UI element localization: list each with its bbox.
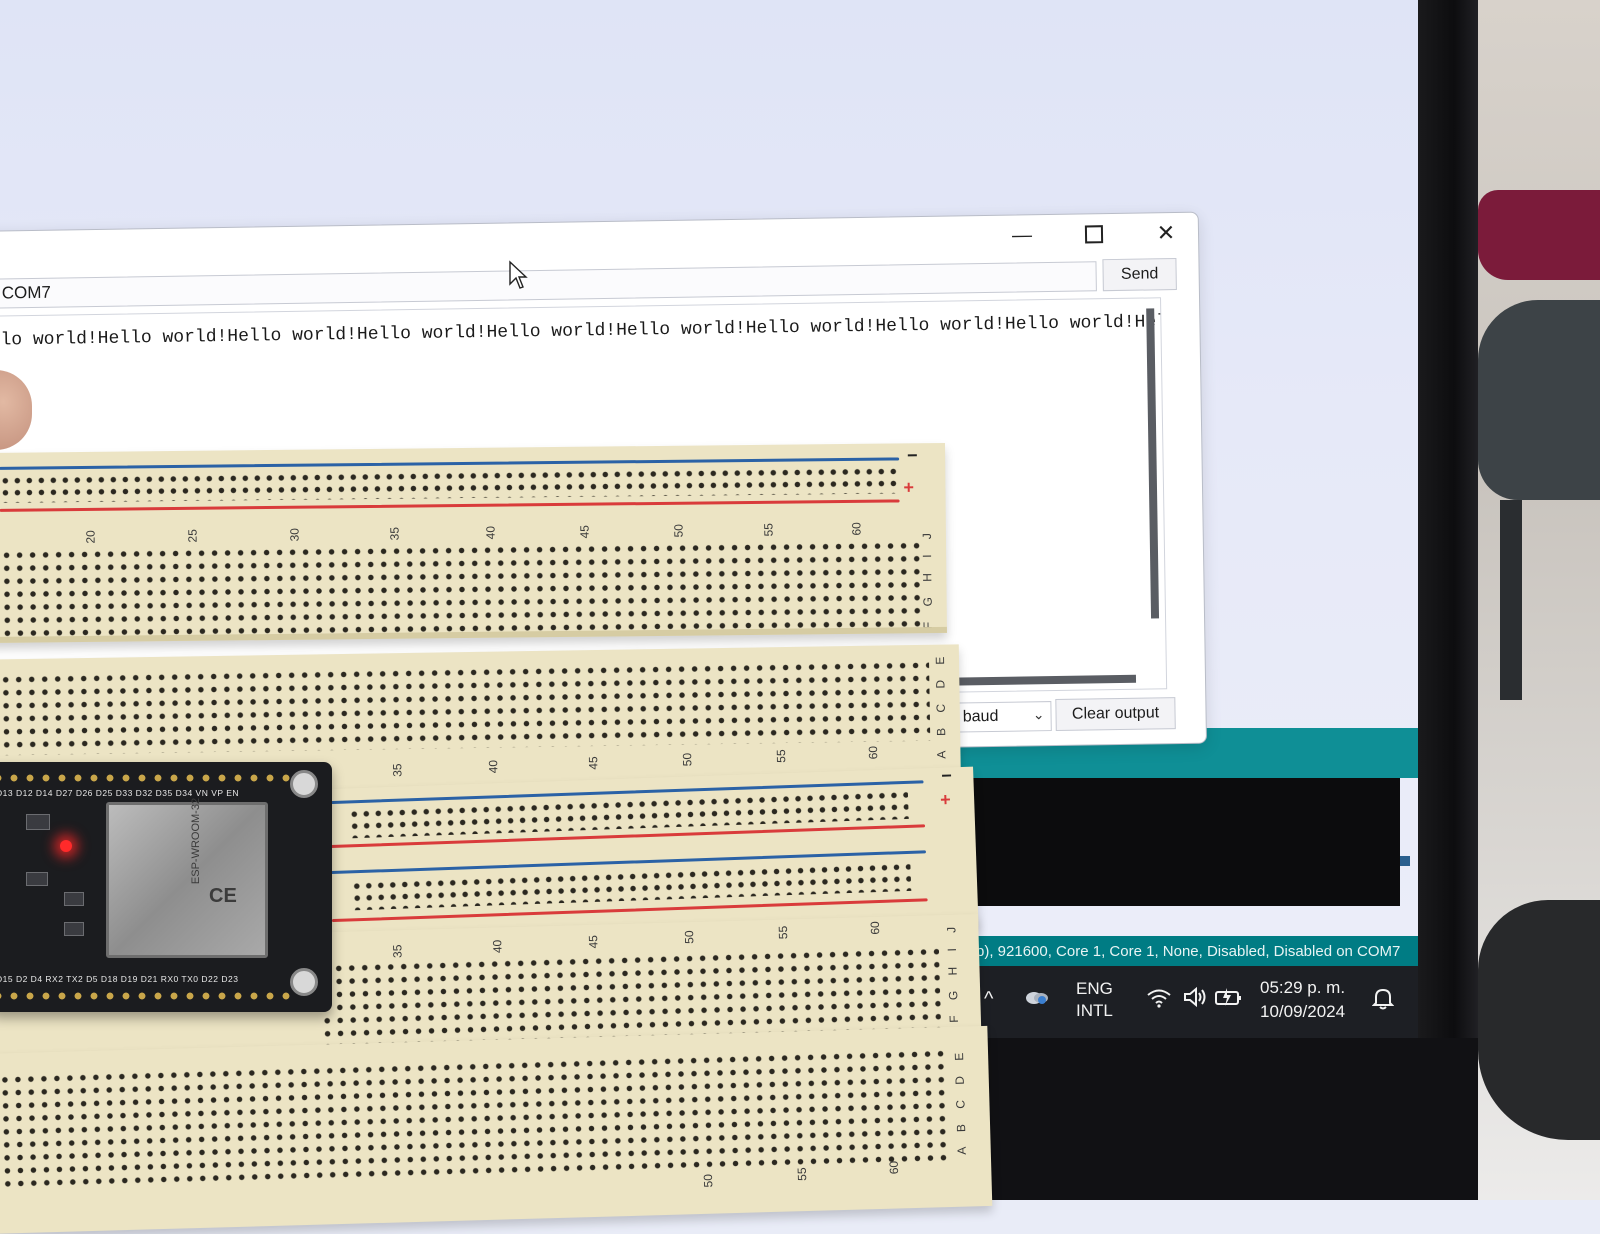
volume-icon[interactable] xyxy=(1182,986,1208,1008)
smd-component xyxy=(64,922,84,936)
power-led xyxy=(60,840,72,852)
windows-taskbar: ^ ENG INTL 05:29 p. m. 10/09/2024 xyxy=(940,966,1420,1038)
smd-component xyxy=(26,814,50,830)
column-number: 50 xyxy=(671,523,686,538)
row-letters: A B C D E xyxy=(932,650,949,759)
taskbar-clock[interactable]: 05:29 p. m. 10/09/2024 xyxy=(1260,976,1345,1024)
esp32-bottom-pin-header xyxy=(0,988,290,1004)
column-number: 45 xyxy=(586,756,601,770)
ide-status-text: b), 921600, Core 1, Core 1, None, Disabl… xyxy=(976,942,1401,960)
serial-output-text: lo world!Hello world!Hello world!Hello w… xyxy=(0,310,1168,351)
window-controls: — ✕ xyxy=(1000,213,1189,256)
mouse-cursor-icon xyxy=(509,260,528,289)
close-icon[interactable]: ✕ xyxy=(1144,216,1189,251)
column-number: 30 xyxy=(287,528,302,542)
rail-minus-sign: − xyxy=(940,765,953,786)
column-number: 50 xyxy=(701,1173,716,1188)
lang-line2: INTL xyxy=(1076,1001,1113,1020)
column-number: 40 xyxy=(486,759,501,774)
mounting-hole xyxy=(290,770,318,798)
column-number: 45 xyxy=(577,524,592,539)
language-indicator[interactable]: ENG INTL xyxy=(1076,978,1113,1022)
ce-mark: CE xyxy=(209,885,237,907)
clock-time: 05:29 p. m. xyxy=(1260,978,1346,997)
column-number: 60 xyxy=(849,522,864,536)
monitor-lower-bezel xyxy=(960,1038,1480,1200)
wifi-icon[interactable] xyxy=(1146,986,1172,1008)
rail-minus-sign: − xyxy=(907,445,918,466)
row-letters: A B C D E xyxy=(951,1046,969,1155)
esp32-bottom-pin-labels: D15 D2 D4 RX2 TX2 D5 D18 D19 D21 RX0 TX0… xyxy=(0,974,239,984)
column-number: 25 xyxy=(185,529,200,543)
column-number: 50 xyxy=(680,752,695,767)
column-number: 40 xyxy=(490,939,505,954)
column-number: 60 xyxy=(867,921,883,935)
onedrive-icon[interactable] xyxy=(1024,986,1050,1006)
column-number: 60 xyxy=(886,1160,902,1175)
terminal-holes xyxy=(0,539,921,637)
chair-leg xyxy=(1500,500,1522,700)
column-number: 60 xyxy=(866,745,881,760)
esp32-module-label: ESP-WROOM-32 xyxy=(190,797,203,885)
column-number: 55 xyxy=(775,925,791,940)
column-number: 55 xyxy=(774,749,789,763)
minimize-icon[interactable]: — xyxy=(1000,218,1045,253)
bell-icon[interactable] xyxy=(1372,986,1394,1010)
breadboard-bottom: A B C D E 50 55 60 xyxy=(0,1025,993,1234)
rail-plus-sign: + xyxy=(903,477,915,498)
chevron-up-icon[interactable]: ^ xyxy=(984,988,993,1011)
esp32-devkit-board: D13 D12 D14 D27 D26 D25 D33 D32 D35 D34 … xyxy=(0,762,332,1012)
chair-seat xyxy=(1478,300,1600,500)
ide-output-console xyxy=(940,778,1400,906)
mounting-hole xyxy=(290,968,318,996)
row-letters: F G H I J xyxy=(919,527,935,630)
rail-holes xyxy=(0,465,900,503)
terminal-holes xyxy=(0,658,931,756)
column-number: 50 xyxy=(682,930,697,945)
smd-component xyxy=(64,892,84,906)
lang-line1: ENG xyxy=(1076,979,1113,998)
battery-icon[interactable] xyxy=(1214,986,1244,1008)
rail-holes xyxy=(348,788,909,839)
smd-component xyxy=(26,872,48,886)
column-number: 55 xyxy=(761,523,776,537)
esp32-top-pin-labels: D13 D12 D14 D27 D26 D25 D33 D32 D35 D34 … xyxy=(0,788,240,798)
vertical-scroll-thumb[interactable] xyxy=(1146,308,1160,619)
column-number: 55 xyxy=(794,1167,810,1182)
column-number: 35 xyxy=(390,763,405,777)
rail-plus-sign: + xyxy=(939,789,952,810)
column-number: 45 xyxy=(586,934,601,949)
ide-status-bar: b), 921600, Core 1, Core 1, None, Disabl… xyxy=(940,936,1456,966)
clock-date: 10/09/2024 xyxy=(1260,1002,1346,1021)
column-number: 35 xyxy=(390,944,405,959)
column-number: 20 xyxy=(83,530,98,544)
esp32-wroom-module: ESP-WROOM-32 CE xyxy=(106,798,268,958)
column-number: 35 xyxy=(387,526,402,541)
vertical-scrollbar[interactable] xyxy=(1144,308,1161,638)
send-button[interactable]: Send xyxy=(1102,258,1177,292)
row-letters: F G H I J xyxy=(944,920,962,1023)
chevron-down-icon: ⌄ xyxy=(1032,706,1045,723)
column-number: 40 xyxy=(483,525,498,540)
clear-output-button[interactable]: Clear output xyxy=(1055,697,1176,731)
esp32-top-pin-header xyxy=(0,770,290,786)
console-scroll-marker xyxy=(1400,856,1410,866)
chair-backrest xyxy=(1478,190,1600,280)
maximize-icon[interactable] xyxy=(1072,217,1117,252)
breadboard-top: − + 20 25 30 35 40 45 50 55 60 F G H I J xyxy=(0,442,947,644)
message-input-value: COM7 xyxy=(1,282,52,303)
monitor-bezel xyxy=(1418,0,1478,1200)
coiled-cable xyxy=(1478,900,1600,1140)
